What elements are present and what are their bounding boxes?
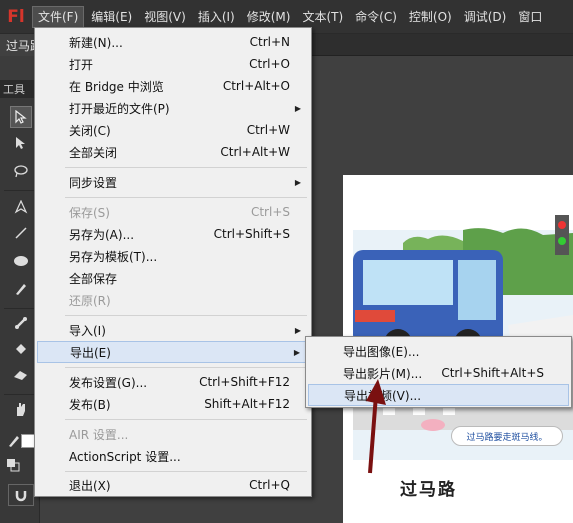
stage-caption: 过马路 (400, 480, 457, 500)
menu-insert[interactable]: 插入(I) (193, 6, 240, 28)
menu-item-export[interactable]: 导出(E) ▶ (37, 341, 309, 363)
submenu-arrow-icon: ▶ (294, 325, 301, 335)
menu-separator (65, 315, 307, 316)
menu-item-air-settings[interactable]: AIR 设置... (37, 423, 309, 445)
app-logo: Fl (7, 6, 25, 27)
menu-debug[interactable]: 调试(D) (459, 6, 512, 28)
menu-control[interactable]: 控制(O) (404, 6, 457, 28)
pen-tool-icon[interactable] (10, 196, 32, 218)
menu-commands[interactable]: 命令(C) (350, 6, 402, 28)
menu-separator (65, 471, 307, 472)
submenu-arrow-icon: ▶ (294, 177, 301, 187)
submenu-arrow-icon: ▶ (294, 103, 301, 113)
menu-item-close[interactable]: 关闭(C) Ctrl+W (37, 119, 309, 141)
bone-tool-icon[interactable] (10, 312, 32, 334)
menu-item-save-as-template[interactable]: 另存为模板(T)... (37, 245, 309, 267)
snap-magnet-icon[interactable] (8, 484, 34, 506)
menu-separator (65, 419, 307, 420)
line-tool-icon[interactable] (10, 222, 32, 244)
menu-item-publish-settings[interactable]: 发布设置(G)... Ctrl+Shift+F12 (37, 371, 309, 393)
export-submenu: 导出图像(E)... 导出影片(M)... Ctrl+Shift+Alt+S 导… (305, 336, 572, 408)
menu-item-save-all[interactable]: 全部保存 (37, 267, 309, 289)
subselection-tool-icon[interactable] (10, 132, 32, 154)
menu-item-save-as[interactable]: 另存为(A)... Ctrl+Shift+S (37, 223, 309, 245)
menu-separator (65, 197, 307, 198)
menu-item-actionscript-settings[interactable]: ActionScript 设置... (37, 445, 309, 467)
file-menu-dropdown: 新建(N)... Ctrl+N 打开 Ctrl+O 在 Bridge 中浏览 C… (34, 27, 312, 497)
menu-item-export-image[interactable]: 导出图像(E)... (308, 340, 569, 362)
menu-item-browse-bridge[interactable]: 在 Bridge 中浏览 Ctrl+Alt+O (37, 75, 309, 97)
menu-item-sync-settings[interactable]: 同步设置 ▶ (37, 171, 309, 193)
speech-bubble: 过马路要走斑马线。 (451, 426, 563, 446)
lasso-tool-icon[interactable] (10, 160, 32, 182)
menu-item-revert[interactable]: 还原(R) (37, 289, 309, 311)
menu-window[interactable]: 窗口 (513, 6, 547, 28)
paint-bucket-icon[interactable] (10, 338, 32, 360)
menu-item-new[interactable]: 新建(N)... Ctrl+N (37, 31, 309, 53)
menu-item-open-recent[interactable]: 打开最近的文件(P) ▶ (37, 97, 309, 119)
submenu-arrow-icon: ▶ (293, 347, 300, 357)
menu-item-save[interactable]: 保存(S) Ctrl+S (37, 201, 309, 223)
menu-file[interactable]: 文件(F) (32, 5, 85, 28)
menu-item-close-all[interactable]: 全部关闭 Ctrl+Alt+W (37, 141, 309, 163)
menu-item-exit[interactable]: 退出(X) Ctrl+Q (37, 474, 309, 496)
menu-modify[interactable]: 修改(M) (242, 6, 296, 28)
menu-item-export-video[interactable]: 导出视频(V)... (308, 384, 569, 406)
menu-separator (65, 367, 307, 368)
fill-color-icon[interactable] (2, 454, 24, 476)
selection-tool-icon[interactable] (10, 106, 32, 128)
menu-item-open[interactable]: 打开 Ctrl+O (37, 53, 309, 75)
menu-view[interactable]: 视图(V) (139, 6, 191, 28)
menu-item-publish[interactable]: 发布(B) Shift+Alt+F12 (37, 393, 309, 415)
eraser-tool-icon[interactable] (10, 364, 32, 386)
menu-separator (65, 167, 307, 168)
menu-text[interactable]: 文本(T) (297, 6, 348, 28)
hand-tool-icon[interactable] (10, 398, 32, 420)
menu-edit[interactable]: 编辑(E) (86, 6, 137, 28)
pencil-tool-icon[interactable] (10, 278, 32, 300)
oval-tool-icon[interactable] (10, 250, 32, 272)
menu-item-export-movie[interactable]: 导出影片(M)... Ctrl+Shift+Alt+S (308, 362, 569, 384)
stroke-swatch[interactable] (21, 434, 35, 448)
menu-item-import[interactable]: 导入(I) ▶ (37, 319, 309, 341)
